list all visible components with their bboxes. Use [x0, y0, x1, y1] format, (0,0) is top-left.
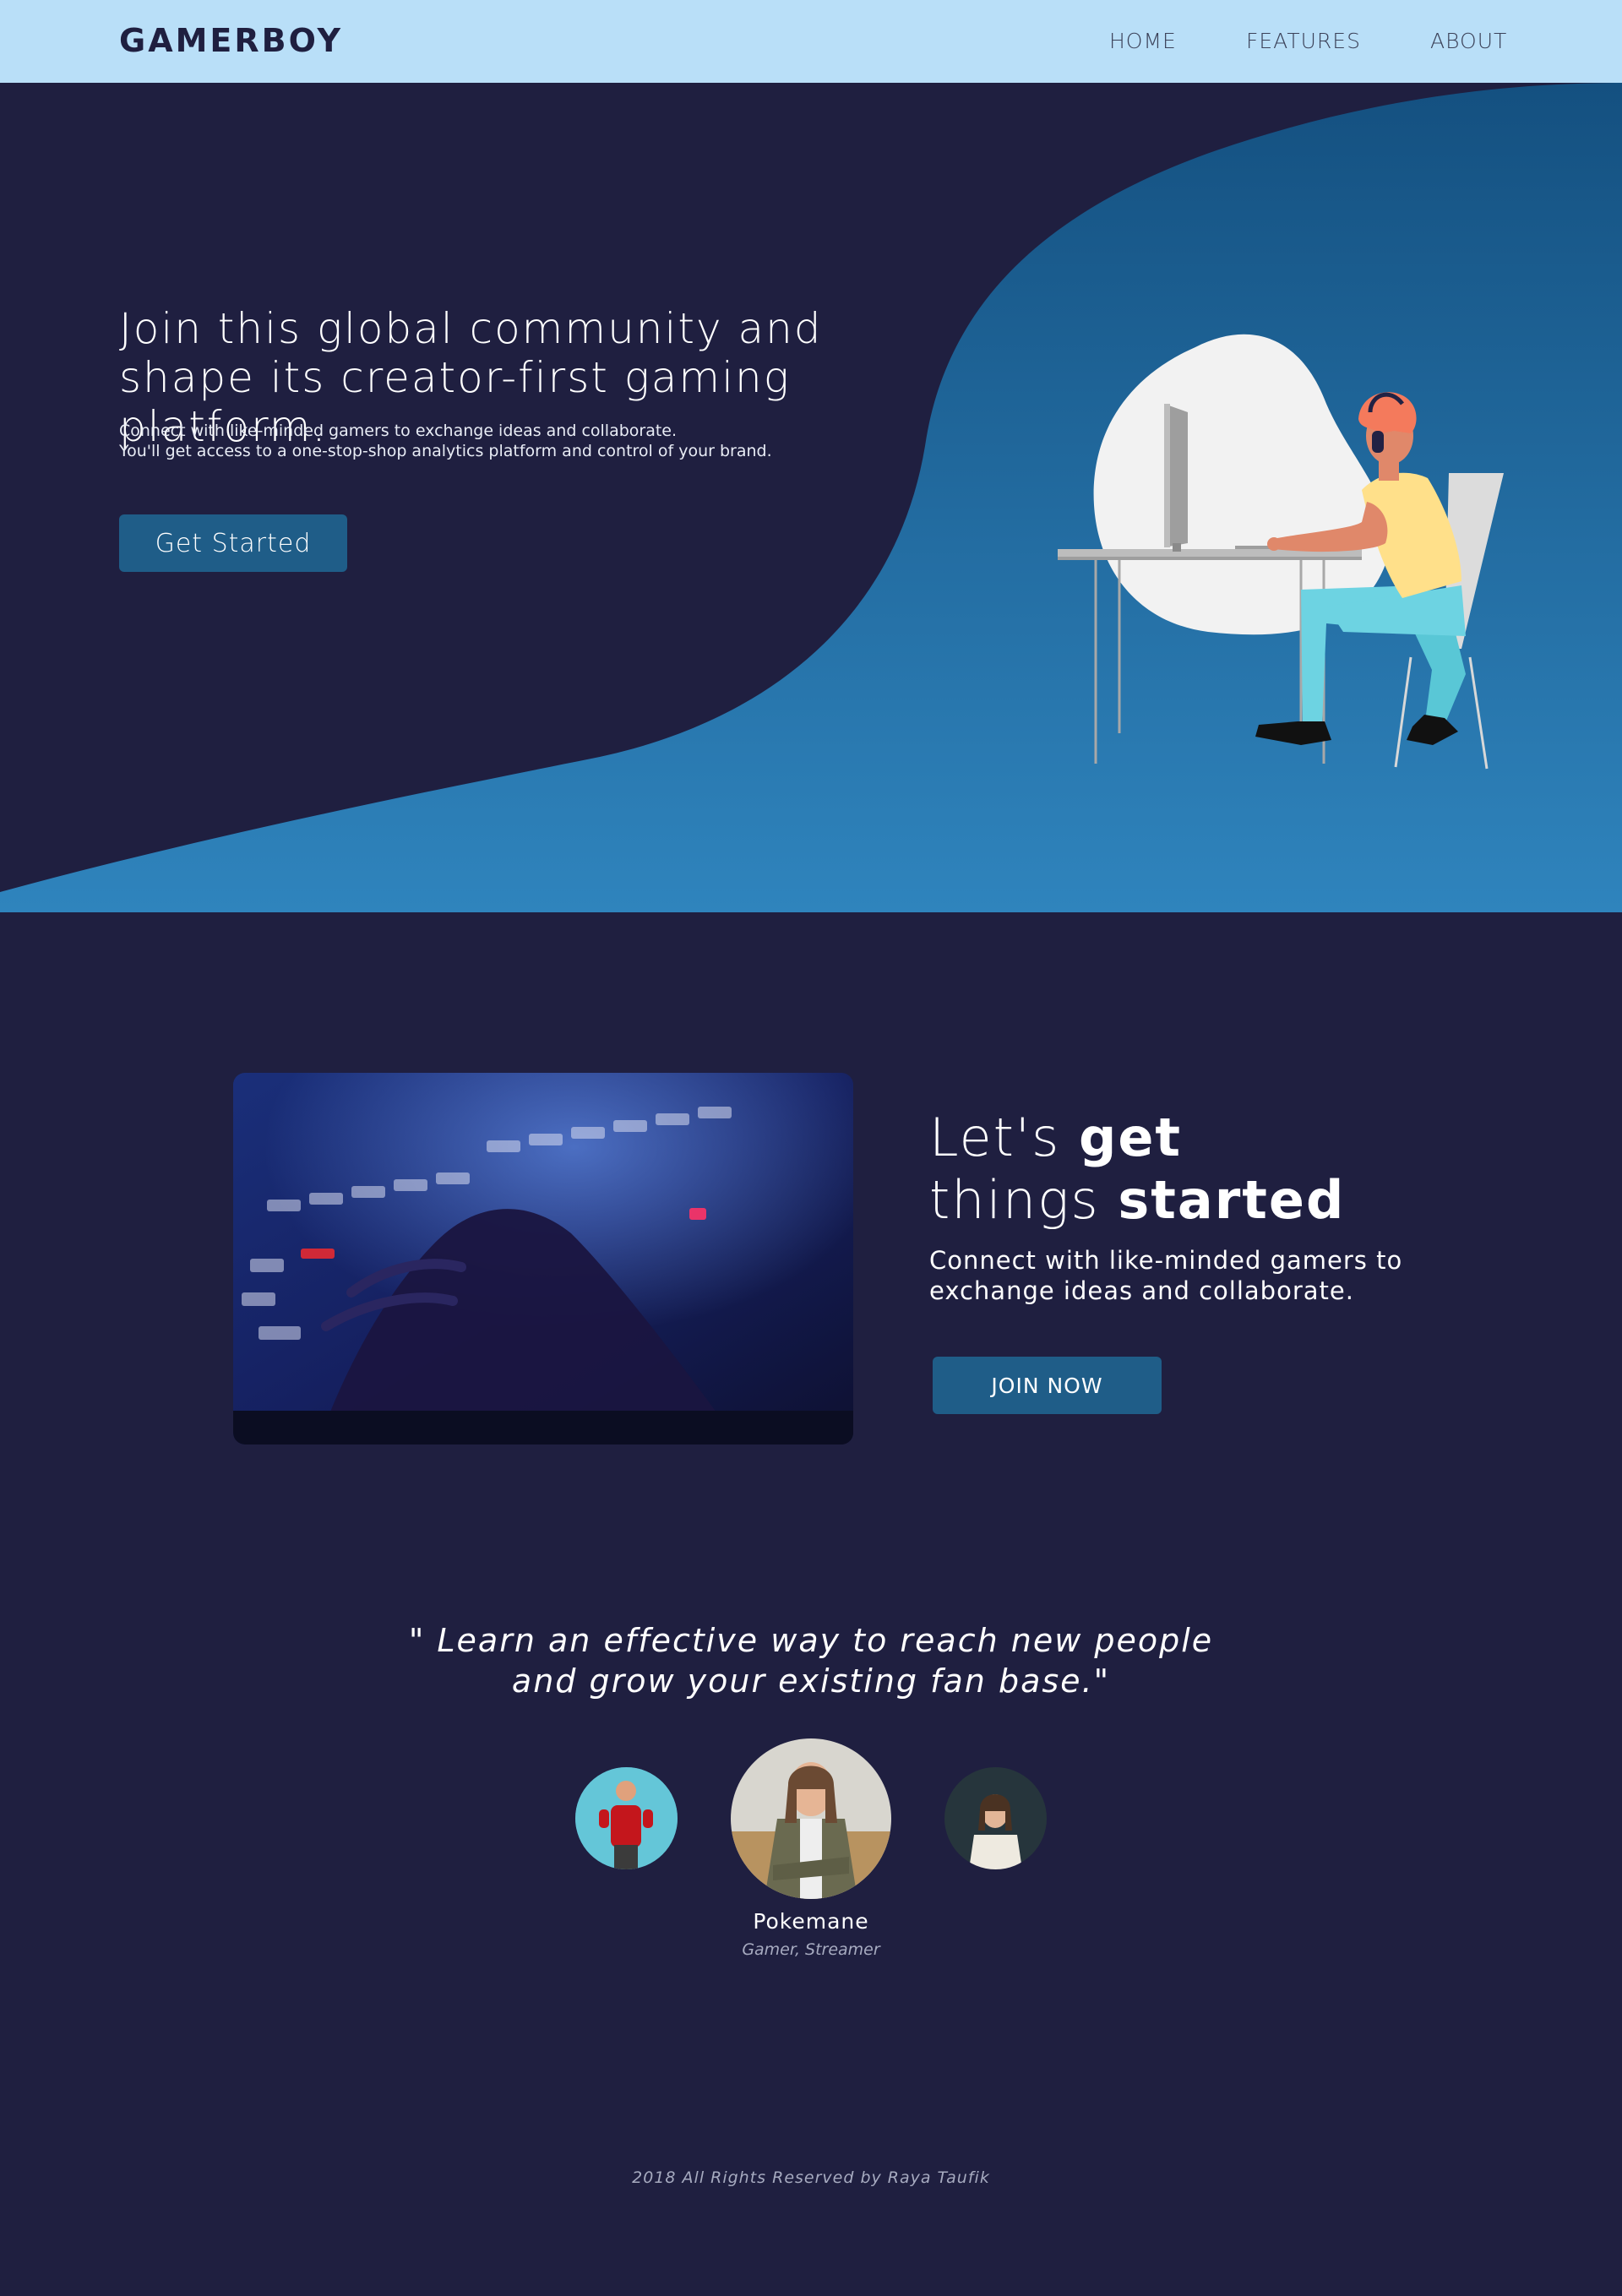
avatar-featured[interactable] [731, 1738, 891, 1899]
nav-link-features[interactable]: FEATURES [1246, 29, 1361, 53]
hero-section: Join this global community and shape its… [0, 83, 1622, 912]
feature-description: Connect with like-minded gamers to excha… [929, 1246, 1403, 1305]
feature-title-line-2-light: things [929, 1169, 1119, 1231]
feature-title-line-1-bold: get [1078, 1107, 1183, 1168]
nav-link-home[interactable]: HOME [1109, 29, 1177, 53]
hero-description-line-1: Connect with like-minded gamers to excha… [119, 422, 678, 440]
nav-link-about[interactable]: ABOUT [1430, 29, 1507, 53]
hero-description-line-2: You'll get access to a one-stop-shop ana… [119, 442, 772, 460]
feature-title: Let's get things started [929, 1107, 1345, 1232]
feature-title-line-1-light: Let's [929, 1107, 1079, 1168]
hero-description: Connect with like-minded gamers to excha… [119, 421, 879, 461]
avatar-left[interactable] [575, 1767, 678, 1869]
gamer-at-desk-illustration [1058, 334, 1504, 770]
footer-copyright: 2018 All Rights Reserved by Raya Taufik [632, 2168, 990, 2187]
get-started-button[interactable]: Get Started [119, 514, 347, 572]
keyboard-gaming-photo [233, 1073, 853, 1445]
testimonial-author-name: Pokemane [753, 1909, 869, 1934]
top-navigation-bar: GAMERBOY HOME FEATURES ABOUT [0, 0, 1622, 83]
testimonial-quote: " Learn an effective way to reach new pe… [408, 1622, 1214, 1700]
brand-logo[interactable]: GAMERBOY [119, 22, 343, 59]
feature-title-line-2-bold: started [1118, 1169, 1346, 1231]
testimonial-author-role: Gamer, Streamer [742, 1940, 880, 1959]
avatar-right[interactable] [944, 1767, 1047, 1869]
join-now-button[interactable]: JOIN NOW [933, 1357, 1162, 1414]
